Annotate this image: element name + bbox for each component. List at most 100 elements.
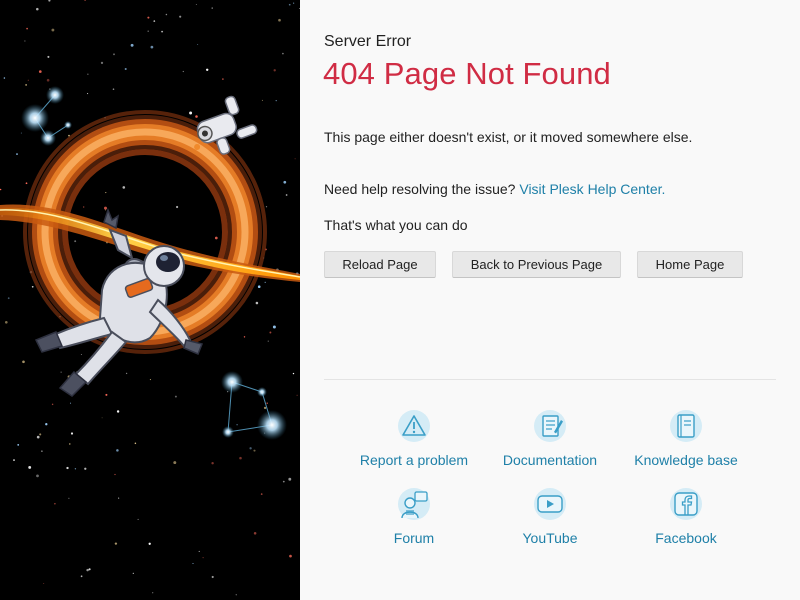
- star: [46, 78, 50, 82]
- star: [74, 468, 77, 470]
- star: [105, 393, 108, 396]
- star: [86, 568, 89, 572]
- star: [105, 209, 106, 211]
- star: [173, 461, 177, 465]
- home-page-button[interactable]: Home Page: [637, 251, 743, 278]
- star: [195, 4, 197, 6]
- star: [235, 594, 237, 596]
- star: [283, 180, 287, 184]
- star: [114, 542, 118, 545]
- documentation-link[interactable]: Documentation: [480, 410, 620, 468]
- star: [192, 563, 194, 564]
- star: [36, 474, 39, 478]
- star: [278, 18, 281, 22]
- star: [36, 7, 39, 11]
- star: [282, 52, 284, 55]
- facebook-label: Facebook: [655, 530, 717, 546]
- star: [249, 447, 252, 450]
- star: [198, 550, 200, 552]
- star: [112, 88, 115, 90]
- star: [176, 205, 179, 209]
- star: [296, 394, 298, 396]
- star: [214, 236, 218, 240]
- star: [17, 444, 20, 446]
- star: [100, 61, 104, 65]
- star: [20, 132, 22, 134]
- forum-icon: [398, 488, 430, 520]
- forum-link[interactable]: Forum: [344, 488, 484, 546]
- star: [24, 40, 26, 42]
- star: [243, 336, 246, 338]
- book-icon: [670, 410, 702, 442]
- star: [165, 13, 168, 16]
- report-problem-link[interactable]: Report a problem: [344, 410, 484, 468]
- star: [150, 45, 154, 49]
- star: [69, 443, 71, 445]
- star: [211, 7, 213, 9]
- star: [45, 423, 48, 426]
- star: [80, 354, 82, 355]
- star: [105, 192, 107, 194]
- back-button[interactable]: Back to Previous Page: [452, 251, 621, 278]
- star: [202, 557, 204, 559]
- star: [116, 449, 119, 452]
- star: [292, 372, 295, 375]
- star: [239, 456, 242, 460]
- document-icon: [534, 410, 566, 442]
- star: [273, 69, 276, 72]
- star: [16, 153, 18, 156]
- star: [266, 402, 268, 404]
- star: [51, 28, 55, 32]
- youtube-link[interactable]: YouTube: [480, 488, 620, 546]
- knowledge-base-link[interactable]: Knowledge base: [616, 410, 756, 468]
- star: [36, 435, 40, 439]
- star: [267, 340, 269, 342]
- page-title: 404 Page Not Found: [323, 56, 611, 91]
- star: [118, 497, 120, 499]
- actions-heading: That's what you can do: [324, 217, 468, 233]
- star: [70, 432, 74, 435]
- star: [253, 449, 256, 452]
- star: [288, 477, 292, 481]
- warning-icon: [398, 410, 430, 442]
- star: [68, 497, 70, 499]
- star: [130, 43, 134, 47]
- star: [13, 459, 15, 462]
- star: [69, 402, 72, 404]
- reload-page-button[interactable]: Reload Page: [324, 251, 436, 278]
- help-center-link[interactable]: Visit Plesk Help Center.: [519, 181, 665, 197]
- star: [113, 53, 115, 56]
- star: [195, 115, 198, 118]
- star: [39, 433, 42, 436]
- star: [125, 372, 128, 375]
- star: [289, 554, 292, 558]
- section-divider: [324, 379, 776, 380]
- youtube-label: YouTube: [522, 530, 578, 546]
- star: [275, 100, 277, 102]
- star: [257, 285, 261, 289]
- star: [84, 467, 87, 470]
- documentation-label: Documentation: [502, 452, 598, 468]
- astronaut-illustration: [0, 0, 300, 600]
- star: [25, 84, 27, 86]
- star: [236, 424, 238, 426]
- star: [4, 320, 8, 324]
- facebook-link[interactable]: Facebook: [616, 488, 756, 546]
- star: [27, 79, 29, 81]
- star: [153, 20, 156, 22]
- star: [132, 572, 134, 575]
- star: [41, 450, 43, 452]
- star: [47, 55, 50, 58]
- youtube-icon: [534, 488, 566, 520]
- star: [3, 77, 6, 79]
- star: [222, 78, 224, 80]
- star: [26, 27, 28, 30]
- star: [189, 111, 193, 115]
- star: [261, 99, 263, 101]
- star: [152, 592, 154, 594]
- star: [264, 281, 266, 284]
- star: [161, 30, 164, 33]
- star: [51, 403, 54, 406]
- star: [269, 331, 272, 334]
- facebook-icon: [670, 488, 702, 520]
